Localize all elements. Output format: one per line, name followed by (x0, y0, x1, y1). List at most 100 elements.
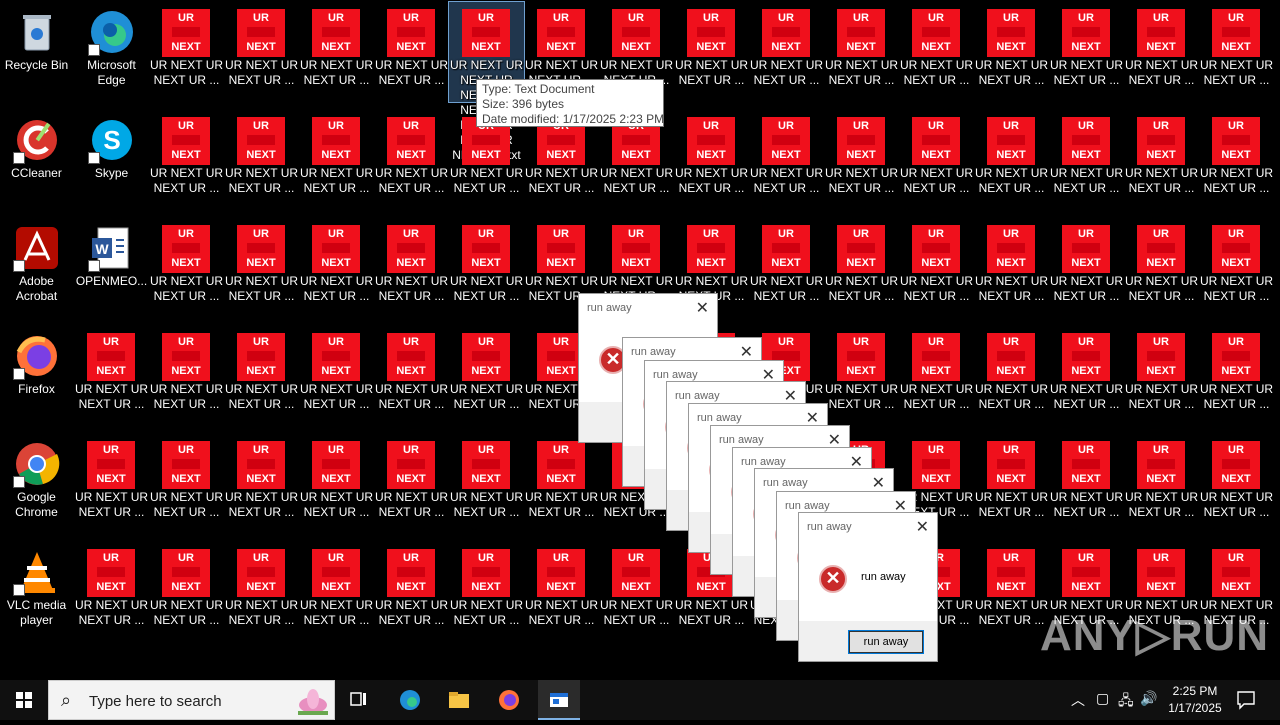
close-icon[interactable]: ✕ (696, 298, 709, 318)
ur-next-file[interactable]: UR NEXT UR NEXT UR NEXT UR ... (524, 434, 599, 534)
ur-next-file[interactable]: UR NEXT UR NEXT UR NEXT UR ... (224, 110, 299, 210)
ur-next-file[interactable]: UR NEXT UR NEXT UR NEXT UR ... (224, 326, 299, 426)
ur-next-file[interactable]: UR NEXT UR NEXT UR NEXT UR ... (524, 542, 599, 642)
ur-next-file[interactable]: UR NEXT UR NEXT UR NEXT UR ... (749, 2, 824, 102)
desktop-icon-label: UR NEXT UR NEXT UR ... (1199, 490, 1274, 519)
desktop-shortcut-firefox[interactable]: Firefox (0, 326, 74, 426)
ur-next-file[interactable]: UR NEXT UR NEXT UR NEXT UR ... (449, 326, 524, 426)
show-hidden-icons-chevron-icon[interactable]: ︿ (1071, 690, 1085, 710)
ur-next-file[interactable]: UR NEXT UR NEXT UR NEXT UR ... (974, 218, 1049, 318)
ur-next-file[interactable]: UR NEXT UR NEXT UR NEXT UR ... (899, 2, 974, 102)
ur-next-file[interactable]: UR NEXT UR NEXT UR NEXT UR ... (824, 218, 899, 318)
desktop-shortcut-skype[interactable]: S Skype (74, 110, 149, 210)
desktop-shortcut-edge[interactable]: Microsoft Edge (74, 2, 149, 102)
ur-next-file[interactable]: UR NEXT UR NEXT UR NEXT UR ... (1049, 110, 1124, 210)
ur-next-file[interactable]: UR NEXT UR NEXT UR NEXT UR ... (824, 110, 899, 210)
ur-next-file[interactable]: UR NEXT UR NEXT UR NEXT UR ... (899, 110, 974, 210)
task-view-icon[interactable] (347, 688, 371, 712)
ur-next-file[interactable]: UR NEXT UR NEXT UR NEXT UR ... (1124, 110, 1199, 210)
ur-next-file[interactable]: UR NEXT UR NEXT UR NEXT UR ... (149, 2, 224, 102)
desktop-shortcut-chrome[interactable]: Google Chrome (0, 434, 74, 534)
ur-next-file[interactable]: UR NEXT UR NEXT UR NEXT UR ... (1049, 434, 1124, 534)
ur-next-file[interactable]: UR NEXT UR NEXT UR NEXT UR ... (299, 434, 374, 534)
start-button[interactable] (0, 680, 48, 720)
ur-next-file[interactable]: UR NEXT UR NEXT UR NEXT UR ... (224, 218, 299, 318)
volume-icon[interactable]: 🔊 (1140, 690, 1157, 707)
ur-next-file[interactable]: UR NEXT UR NEXT UR NEXT UR ... (299, 110, 374, 210)
ur-next-file[interactable]: UR NEXT UR NEXT UR NEXT UR ... (1124, 434, 1199, 534)
ur-next-file[interactable]: UR NEXT UR NEXT UR NEXT UR ... (974, 2, 1049, 102)
ur-next-file[interactable]: UR NEXT UR NEXT UR NEXT UR ... (1124, 218, 1199, 318)
ur-next-file[interactable]: UR NEXT UR NEXT UR NEXT UR ... (374, 110, 449, 210)
ur-next-file[interactable]: UR NEXT UR NEXT UR NEXT UR ... (449, 542, 524, 642)
network-icon[interactable]: 🖧 (1118, 690, 1134, 714)
ur-next-file[interactable]: UR NEXT UR NEXT UR NEXT UR ... (74, 542, 149, 642)
ur-next-file[interactable]: UR NEXT UR NEXT UR NEXT UR ... (899, 326, 974, 426)
taskbar-firefox-icon[interactable] (497, 688, 521, 712)
ur-next-file[interactable]: UR NEXT UR NEXT UR NEXT UR ... (449, 218, 524, 318)
ur-next-file[interactable]: UR NEXT UR NEXT UR NEXT UR ... (449, 434, 524, 534)
ur-next-file[interactable]: UR NEXT UR NEXT UR NEXT UR ... (74, 434, 149, 534)
ur-next-file[interactable]: UR NEXT UR NEXT UR NEXT UR ... (299, 2, 374, 102)
ur-next-file[interactable]: UR NEXT UR NEXT UR NEXT UR ... (374, 326, 449, 426)
ur-next-file[interactable]: UR NEXT UR NEXT UR NEXT UR ... (899, 218, 974, 318)
desktop-shortcut-acrobat[interactable]: Adobe Acrobat (0, 218, 74, 318)
close-icon[interactable]: ✕ (916, 517, 929, 537)
device-icon[interactable]: ▢ (1096, 690, 1109, 707)
file-explorer-icon[interactable] (447, 688, 471, 712)
ur-next-file[interactable]: UR NEXT UR NEXT UR NEXT UR ... (1199, 326, 1274, 426)
ur-next-file[interactable]: UR NEXT UR NEXT UR NEXT UR ... (1049, 218, 1124, 318)
desktop-shortcut-ccleaner[interactable]: CCleaner (0, 110, 74, 210)
ur-next-file[interactable]: UR NEXT UR NEXT UR NEXT UR ... (974, 542, 1049, 642)
ur-next-file[interactable]: UR NEXT UR NEXT UR NEXT UR ... (74, 326, 149, 426)
ur-next-file[interactable]: UR NEXT UR NEXT UR NEXT UR ... (824, 326, 899, 426)
taskbar-search-box[interactable]: ⌕ Type here to search (48, 680, 335, 720)
run-away-button[interactable]: run away (848, 630, 924, 654)
ur-next-file[interactable]: UR NEXT UR NEXT UR NEXT UR ... (974, 110, 1049, 210)
ur-next-file[interactable]: UR NEXT UR NEXT UR NEXT UR ... (974, 434, 1049, 534)
ur-next-file[interactable]: UR NEXT UR NEXT UR NEXT UR ... (1199, 110, 1274, 210)
desktop-shortcut-vlc[interactable]: VLC media player (0, 542, 74, 642)
ur-next-file[interactable]: UR NEXT UR NEXT UR NEXT UR ... (224, 2, 299, 102)
ur-next-file[interactable]: UR NEXT UR NEXT UR NEXT UR ... (1199, 218, 1274, 318)
active-app-button[interactable] (538, 680, 580, 720)
ur-next-file[interactable]: UR NEXT UR NEXT UR NEXT UR ... (1124, 326, 1199, 426)
ur-next-file[interactable]: UR NEXT UR NEXT UR NEXT UR ... (149, 110, 224, 210)
ur-next-file[interactable]: UR NEXT UR NEXT UR NEXT UR ... (1199, 434, 1274, 534)
ur-next-file[interactable]: UR NEXT UR NEXT UR NEXT UR ... (1124, 2, 1199, 102)
ur-next-file[interactable]: UR NEXT UR NEXT UR NEXT UR ... (374, 542, 449, 642)
ur-next-file[interactable]: UR NEXT UR NEXT UR NEXT UR ... (674, 110, 749, 210)
ur-next-file[interactable]: UR NEXT UR NEXT UR NEXT UR ... (374, 2, 449, 102)
ur-next-file[interactable]: UR NEXT UR NEXT UR NEXT UR ... (824, 2, 899, 102)
ur-next-file[interactable]: UR NEXT UR NEXT UR NEXT UR ... (224, 542, 299, 642)
ur-next-file[interactable]: UR NEXT UR NEXT UR NEXT UR ... (1049, 2, 1124, 102)
ur-next-file[interactable]: UR NEXT UR NEXT UR NEXT UR ... (299, 542, 374, 642)
clock[interactable]: 2:25 PM 1/17/2025 (1160, 683, 1230, 717)
tile-text-top: UR (628, 552, 644, 564)
taskbar-edge-icon[interactable] (398, 688, 422, 712)
ur-next-file[interactable]: UR NEXT UR NEXT UR NEXT UR ... (299, 218, 374, 318)
tile-text-bottom: NEXT (246, 149, 276, 161)
close-icon[interactable]: ✕ (740, 342, 753, 362)
ur-next-file[interactable]: UR NEXT UR NEXT UR NEXT UR ... (374, 434, 449, 534)
notification-center-icon[interactable] (1236, 690, 1256, 710)
ur-next-file[interactable]: UR NEXT UR NEXT UR NEXT UR ... (749, 110, 824, 210)
desktop-shortcut-recycle-bin[interactable]: Recycle Bin (0, 2, 74, 102)
ur-next-file[interactable]: UR NEXT UR NEXT UR NEXT UR ... (299, 326, 374, 426)
ur-next-file[interactable]: UR NEXT UR NEXT UR NEXT UR ... (749, 218, 824, 318)
ur-next-file[interactable]: UR NEXT UR NEXT UR NEXT UR ... (374, 218, 449, 318)
ur-next-file[interactable]: UR NEXT UR NEXT UR NEXT UR ... (149, 218, 224, 318)
close-icon[interactable]: ✕ (872, 473, 885, 493)
ur-next-file[interactable]: UR NEXT UR NEXT UR NEXT UR ... (974, 326, 1049, 426)
desktop-shortcut-word-document[interactable]: W OPENMEO... (74, 218, 149, 318)
ur-next-file[interactable]: UR NEXT UR NEXT UR NEXT UR ... (224, 434, 299, 534)
ur-next-file[interactable]: UR NEXT UR NEXT UR NEXT UR ... (149, 542, 224, 642)
ur-next-file[interactable]: UR NEXT UR NEXT UR NEXT UR ... (149, 326, 224, 426)
ur-next-file[interactable]: UR NEXT UR NEXT UR NEXT UR ... (674, 2, 749, 102)
ur-next-file[interactable]: UR NEXT UR NEXT UR NEXT UR ... (1049, 326, 1124, 426)
ur-next-file[interactable]: UR NEXT UR NEXT UR NEXT UR ... (149, 434, 224, 534)
ur-next-file[interactable]: UR NEXT UR NEXT UR NEXT UR ... (1199, 2, 1274, 102)
ur-next-file[interactable]: UR NEXT UR NEXT UR NEXT UR ... (599, 542, 674, 642)
run-away-dialog[interactable]: run away ✕ ✕ run away run away (798, 512, 938, 662)
tile-text-top: UR (1078, 444, 1094, 456)
